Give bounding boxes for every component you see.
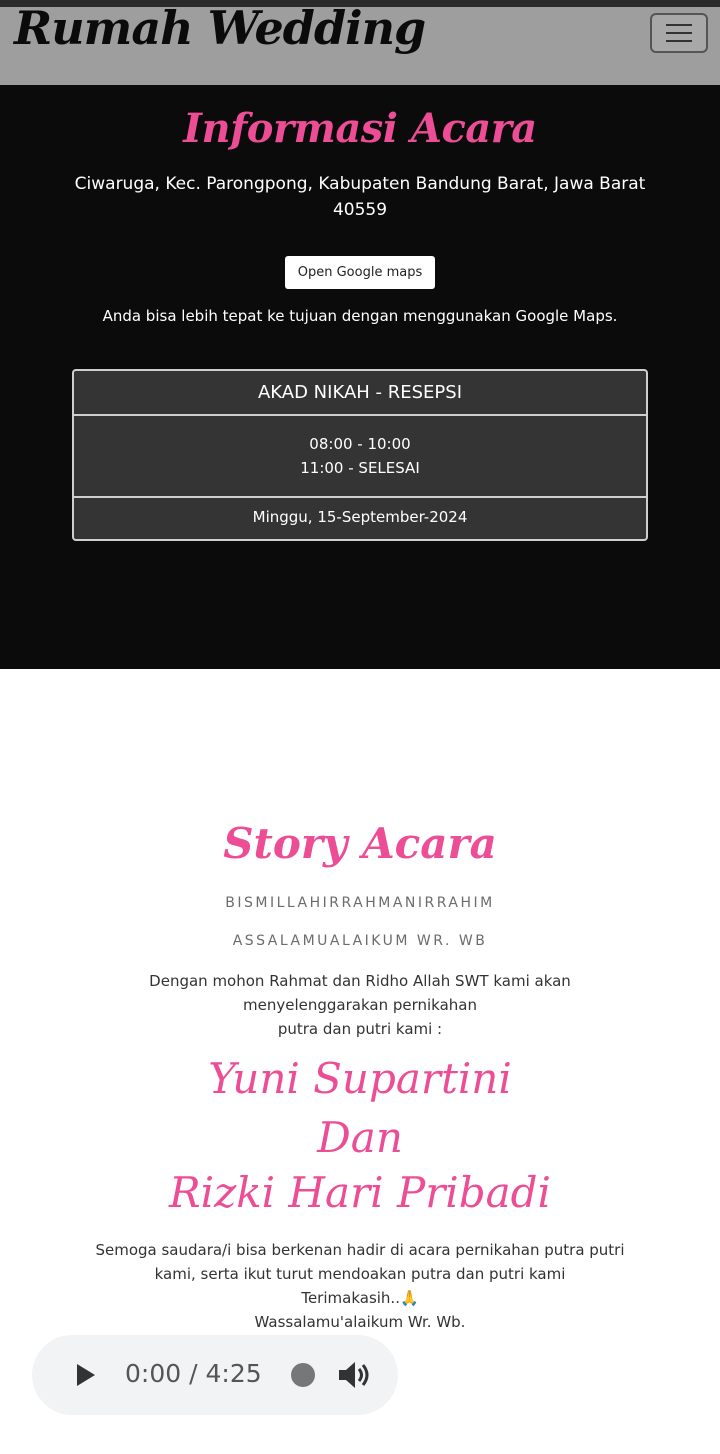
story-title: Story Acara [223, 819, 497, 868]
intro-line: menyelenggarakan pernikahan [243, 996, 477, 1014]
bride-name: Yuni Supartini [208, 1054, 512, 1103]
time-resepsi: 11:00 - SELESAI [300, 459, 420, 477]
event-info-section: Informasi Acara Ciwaruga, Kec. Parongpon… [0, 85, 720, 669]
closing-line: Semoga saudara/i bisa berkenan hadir di … [95, 1241, 625, 1259]
hamburger-menu-icon[interactable] [650, 13, 708, 53]
time-akad: 08:00 - 10:00 [309, 435, 411, 453]
closing-line: Wassalamu'alaikum Wr. Wb. [254, 1313, 466, 1331]
closing-line: kami, serta ikut turut mendoakan putra d… [154, 1265, 566, 1283]
seek-handle-icon[interactable] [291, 1363, 315, 1387]
closing-text: Semoga saudara/i bisa berkenan hadir di … [70, 1238, 650, 1334]
duration: 4:25 [205, 1359, 262, 1388]
event-address: Ciwaruga, Kec. Parongpong, Kabupaten Ban… [74, 174, 646, 220]
volume-icon[interactable] [337, 1359, 373, 1391]
event-info-title: Informasi Acara [183, 105, 537, 152]
brand-logo[interactable]: Rumah Wedding [14, 1, 426, 55]
schedule-times: 08:00 - 10:00 11:00 - SELESAI [74, 416, 646, 498]
intro-text: Dengan mohon Rahmat dan Ridho Allah SWT … [110, 969, 610, 1041]
time-display: 0:00 / 4:25 [125, 1359, 262, 1388]
open-google-maps-button[interactable]: Open Google maps [285, 256, 435, 289]
groom-name: Rizki Hari Pribadi [169, 1168, 551, 1217]
bismillah-text: BISMILLAHIRRAHMANIRRAHIM [225, 895, 495, 911]
navbar: Rumah Wedding [0, 1, 720, 85]
schedule-card: AKAD NIKAH - RESEPSI 08:00 - 10:00 11:00… [72, 369, 648, 541]
current-time: 0:00 [125, 1359, 182, 1388]
salam-text: ASSALAMUALAIKUM WR. WB [232, 933, 488, 949]
play-icon[interactable] [77, 1364, 95, 1386]
conjunction-text: Dan [317, 1113, 403, 1162]
schedule-date: Minggu, 15-September-2024 [252, 508, 468, 526]
intro-line: Dengan mohon Rahmat dan Ridho Allah SWT … [149, 972, 571, 990]
schedule-card-header: AKAD NIKAH - RESEPSI [74, 371, 646, 416]
time-separator: / [189, 1359, 198, 1388]
intro-line: putra dan putri kami : [277, 1020, 443, 1038]
closing-line: Terimakasih..🙏 [301, 1289, 419, 1307]
maps-note: Anda bisa lebih tepat ke tujuan dengan m… [102, 307, 618, 325]
audio-player: 0:00 / 4:25 [32, 1335, 398, 1415]
